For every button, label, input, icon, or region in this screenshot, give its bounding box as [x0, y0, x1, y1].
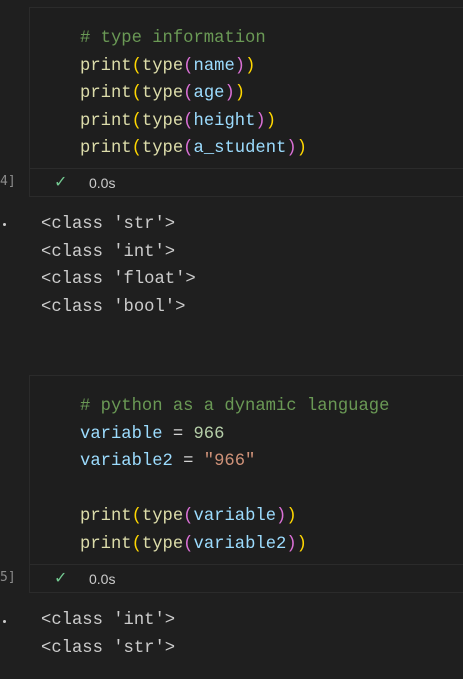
code-token: ( [183, 534, 194, 554]
code-token: ) [286, 507, 297, 526]
code-token: ( [131, 111, 142, 131]
code-token: print [80, 84, 132, 103]
code-line: print(type(height)) [80, 108, 307, 136]
code-token: # python as a dynamic language [80, 397, 390, 416]
output-line: <class 'int'> [41, 611, 176, 630]
output-marker-icon[interactable] [3, 620, 6, 623]
code-editor[interactable]: # type information print(type(name)) print… [80, 25, 307, 163]
code-line: # python as a dynamic language [80, 393, 389, 421]
code-token: type [141, 111, 184, 131]
output-line: <class 'str'> [41, 215, 176, 234]
code-token: ) [296, 139, 307, 158]
code-cell-2[interactable]: # python as a dynamic language variable =… [29, 375, 463, 593]
code-token: type [141, 139, 184, 158]
code-line: variable2 = "966" [80, 448, 389, 476]
code-token: height [193, 111, 256, 131]
code-token: print [80, 139, 132, 158]
code-token: a_student [193, 139, 287, 158]
execution-count: 4] [0, 174, 16, 189]
code-line: print(type(age)) [80, 80, 307, 108]
code-token: ( [183, 139, 194, 158]
cell-output: <class 'str'> <class 'int'> <class 'float'… [41, 211, 196, 321]
code-token: ) [234, 56, 246, 76]
code-token: age [193, 84, 225, 103]
execution-time: 0.0s [89, 571, 116, 587]
code-token: ) [255, 111, 266, 131]
code-token: print [80, 534, 132, 554]
code-token: type [141, 56, 184, 76]
output-line: <class 'str'> [41, 638, 176, 658]
code-token: ) [245, 56, 256, 76]
code-token: ( [131, 507, 142, 526]
code-token: variable2 [80, 452, 173, 471]
code-line: variable = 966 [80, 421, 389, 449]
code-token: ( [183, 507, 194, 526]
code-token: ( [183, 84, 194, 103]
code-token: variable2 [193, 534, 287, 554]
code-line: # type information [80, 25, 307, 53]
code-token: ) [224, 84, 235, 103]
code-token: = [172, 452, 204, 471]
code-token: print [80, 56, 132, 76]
execution-time: 0.0s [89, 175, 116, 191]
code-token: ( [183, 111, 194, 131]
code-token: 966 [193, 424, 225, 444]
cell-status-bar: ✓ 0.0s [30, 564, 463, 592]
code-line: print(type(a_student)) [80, 135, 307, 163]
code-token: ( [131, 139, 142, 158]
check-icon: ✓ [54, 172, 68, 191]
code-token: ) [276, 507, 287, 526]
output-marker-icon[interactable] [3, 223, 6, 226]
execution-count: 5] [0, 570, 16, 585]
code-token: "966" [203, 452, 256, 471]
output-line: <class 'float'> [41, 270, 196, 289]
output-line: <class 'int'> [41, 242, 176, 262]
code-token: ) [265, 111, 277, 131]
code-token: = [162, 424, 194, 444]
code-token: ( [131, 84, 142, 103]
code-line: print(type(variable2)) [80, 531, 389, 559]
code-token: type [141, 84, 184, 103]
code-line: print(type(name)) [80, 53, 307, 81]
cell-output: <class 'int'> <class 'str'> [41, 607, 175, 662]
code-token: ) [286, 139, 297, 158]
code-token: variable [80, 424, 163, 444]
code-token: variable [193, 507, 277, 526]
code-token: # type information [80, 29, 266, 48]
cell-status-bar: ✓ 0.0s [30, 168, 463, 196]
output-line: <class 'bool'> [41, 297, 186, 317]
check-icon: ✓ [54, 568, 68, 587]
code-cell-1[interactable]: # type information print(type(name)) print… [29, 7, 463, 197]
code-token: name [193, 56, 235, 76]
code-token: type [141, 507, 184, 526]
code-token: print [80, 507, 132, 526]
code-line: print(type(variable)) [80, 503, 389, 531]
code-token: ( [131, 56, 142, 76]
code-token: ( [131, 534, 142, 554]
code-token: ) [296, 534, 307, 554]
code-token: ( [183, 56, 194, 76]
code-editor[interactable]: # python as a dynamic language variable =… [80, 393, 389, 558]
code-token: type [141, 534, 184, 554]
code-token: ) [286, 534, 297, 554]
code-token: print [80, 111, 132, 131]
code-token: ) [234, 84, 246, 103]
